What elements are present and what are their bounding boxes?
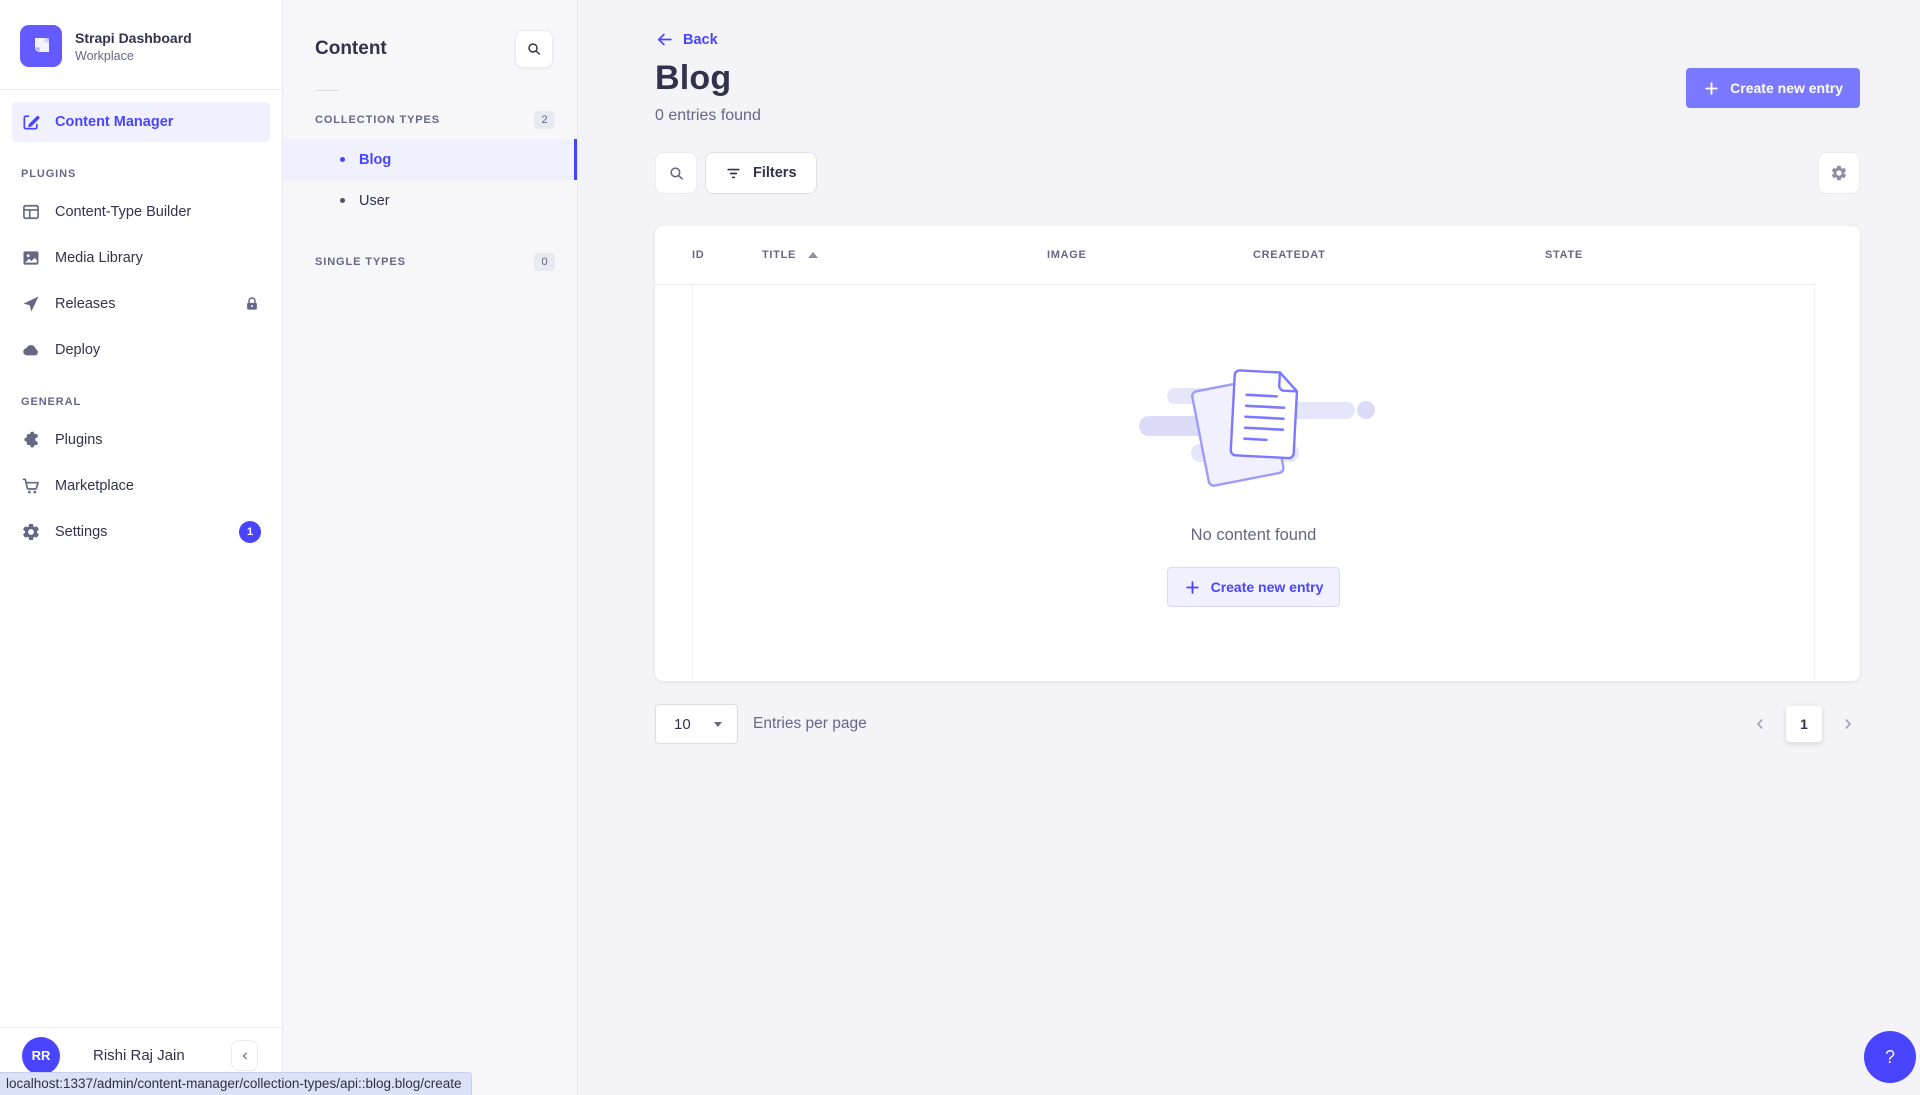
page-size-select[interactable]: 10 (655, 704, 738, 744)
sidebar-item-label: Settings (55, 524, 107, 540)
back-link[interactable]: Back (655, 30, 718, 49)
sidebar-item-label: Content-Type Builder (55, 204, 191, 220)
cloud-icon (21, 340, 41, 360)
empty-documents-illustration (1129, 358, 1379, 498)
subnav-item-label: User (359, 193, 390, 209)
user-name: Rishi Raj Jain (93, 1047, 185, 1064)
image-icon (21, 248, 41, 268)
column-header-state[interactable]: STATE (1545, 249, 1583, 261)
app-title: Strapi Dashboard (75, 30, 192, 46)
workspace-name: Workplace (75, 49, 192, 63)
sidebar-item-label: Media Library (55, 250, 143, 266)
group-label-collection-types: COLLECTION TYPES (315, 114, 440, 126)
settings-notification-badge: 1 (239, 521, 261, 543)
create-entry-button[interactable]: Create new entry (1686, 68, 1860, 108)
divider (315, 90, 339, 91)
column-header-image[interactable]: IMAGE (1047, 249, 1253, 261)
search-icon (668, 165, 685, 182)
gear-icon (1830, 164, 1848, 182)
strapi-logo-icon (20, 25, 62, 67)
page-title-block: Blog 0 entries found (655, 59, 761, 125)
group-label-single-types: SINGLE TYPES (315, 256, 406, 268)
subnav-title: Content (315, 38, 387, 60)
column-header-createdat[interactable]: CREATEDAT (1253, 249, 1545, 261)
subnav-search-button[interactable] (515, 30, 553, 68)
content-subnav: Content COLLECTION TYPES 2 Blog User SIN… (283, 0, 578, 1095)
main-content: Back Blog 0 entries found Create new ent… (578, 0, 1920, 1095)
filters-button[interactable]: Filters (705, 152, 817, 194)
chevron-down-icon (714, 722, 722, 727)
subnav-item-label: Blog (359, 152, 391, 168)
pagination-bar: 10 Entries per page 1 (655, 704, 1860, 744)
puzzle-icon (21, 430, 41, 450)
entries-table: ID TITLE IMAGE CREATEDAT STATE (655, 226, 1860, 681)
sidebar-item-deploy[interactable]: Deploy (12, 330, 270, 370)
browser-status-bar: localhost:1337/admin/content-manager/col… (0, 1072, 472, 1095)
empty-state-create-button[interactable]: Create new entry (1167, 567, 1341, 607)
sidebar-item-settings[interactable]: Settings 1 (12, 512, 270, 552)
entries-count: 0 entries found (655, 107, 761, 125)
main-nav: Content Manager PLUGINS Content-Type Bui… (0, 90, 282, 570)
primary-sidebar: Strapi Dashboard Workplace Content Manag… (0, 0, 283, 1095)
empty-state-create-label: Create new entry (1211, 579, 1324, 595)
sidebar-item-plugins[interactable]: Plugins (12, 420, 270, 460)
previous-page-button[interactable] (1748, 712, 1772, 736)
collection-types-count-badge: 2 (534, 111, 555, 129)
next-page-button[interactable] (1836, 712, 1860, 736)
sidebar-item-label: Deploy (55, 342, 100, 358)
arrow-left-icon (655, 30, 674, 49)
sort-ascending-icon[interactable] (808, 252, 818, 258)
create-entry-button-label: Create new entry (1730, 80, 1843, 96)
bullet-icon (340, 157, 345, 162)
filters-button-label: Filters (753, 165, 797, 181)
search-icon (526, 41, 542, 57)
chevron-left-icon (1752, 716, 1768, 732)
nav-section-general: GENERAL (12, 396, 270, 408)
paper-plane-icon (21, 294, 41, 314)
page-size-label: Entries per page (753, 715, 867, 733)
plus-icon (1703, 80, 1720, 97)
page-number-button[interactable]: 1 (1786, 706, 1822, 742)
sidebar-item-releases[interactable]: Releases (12, 284, 270, 324)
bullet-icon (340, 198, 345, 203)
plus-icon (1184, 579, 1201, 596)
sidebar-item-marketplace[interactable]: Marketplace (12, 466, 270, 506)
sidebar-item-label: Releases (55, 296, 115, 312)
sidebar-item-label: Content Manager (55, 114, 173, 130)
empty-state-message: No content found (1191, 526, 1317, 545)
chevron-left-icon (239, 1050, 251, 1062)
column-header-id[interactable]: ID (692, 249, 762, 261)
gear-icon (21, 522, 41, 542)
nav-section-plugins: PLUGINS (12, 168, 270, 180)
lock-icon (243, 295, 261, 313)
sidebar-item-content-manager[interactable]: Content Manager (12, 102, 270, 142)
sidebar-item-label: Plugins (55, 432, 103, 448)
back-label: Back (683, 32, 718, 48)
chevron-right-icon (1840, 716, 1856, 732)
table-header-row: ID TITLE IMAGE CREATEDAT STATE (655, 226, 1860, 284)
workspace-titles: Strapi Dashboard Workplace (75, 30, 192, 63)
edit-icon (21, 112, 41, 132)
subnav-item-blog[interactable]: Blog (283, 139, 577, 180)
subnav-item-user[interactable]: User (283, 180, 577, 221)
column-header-title[interactable]: TITLE (762, 249, 1047, 261)
user-avatar[interactable]: RR (22, 1037, 60, 1075)
page-size-value: 10 (674, 716, 691, 733)
sidebar-item-label: Marketplace (55, 478, 134, 494)
sidebar-item-media-library[interactable]: Media Library (12, 238, 270, 278)
sidebar-item-content-type-builder[interactable]: Content-Type Builder (12, 192, 270, 232)
workspace-brand[interactable]: Strapi Dashboard Workplace (0, 0, 282, 90)
layout-icon (21, 202, 41, 222)
sidebar-collapse-button[interactable] (231, 1040, 258, 1071)
single-types-count-badge: 0 (534, 253, 555, 271)
empty-state: No content found Create new entry (692, 285, 1815, 680)
view-settings-button[interactable] (1818, 152, 1860, 194)
search-button[interactable] (655, 152, 697, 194)
cart-icon (21, 476, 41, 496)
help-button[interactable]: ? (1864, 1031, 1916, 1083)
filter-icon (725, 165, 742, 182)
page-title: Blog (655, 59, 761, 98)
